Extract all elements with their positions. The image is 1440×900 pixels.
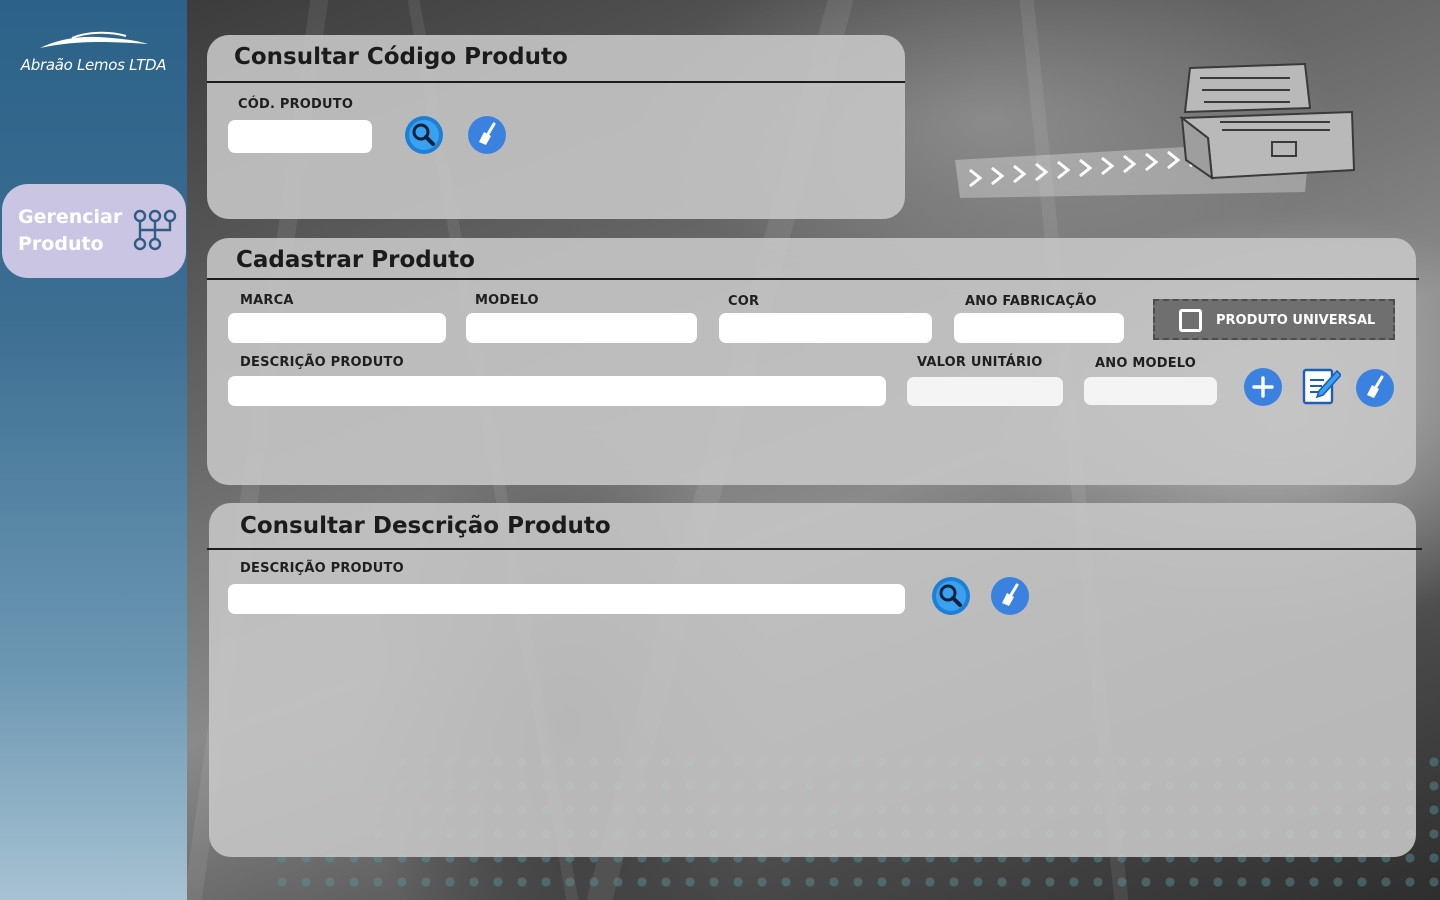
model-year-input[interactable] (1084, 377, 1217, 405)
panel-title: Consultar Código Produto (234, 44, 568, 70)
clear-form-button[interactable] (1355, 368, 1395, 408)
universal-product-checkbox[interactable] (1179, 309, 1202, 332)
divider (207, 278, 1419, 280)
nav-item-label: Gerenciar Produto (18, 206, 123, 255)
description-label: DESCRIÇÃO PRODUTO (240, 355, 404, 370)
year-made-input[interactable] (954, 313, 1124, 343)
year-made-label: ANO FABRICAÇÃO (965, 294, 1097, 309)
universal-product-label: PRODUTO UNIVERSAL (1216, 313, 1376, 328)
brand-input[interactable] (228, 313, 446, 343)
sidebar: Abraão Lemos LTDA Gerenciar Produto (0, 0, 187, 900)
search-icon (405, 116, 443, 154)
panel-title: Cadastrar Produto (236, 247, 475, 273)
code-label: CÓD. PRODUTO (238, 97, 354, 112)
broom-icon (468, 116, 506, 154)
brand-label: MARCA (240, 293, 294, 308)
description-input[interactable] (228, 376, 886, 406)
nav-item-manage-product[interactable]: Gerenciar Produto (2, 184, 186, 278)
panel-title: Consultar Descrição Produto (240, 513, 611, 539)
company-name: Abraão Lemos LTDA (20, 56, 167, 74)
search-code-button[interactable] (404, 115, 444, 155)
company-logo: Abraão Lemos LTDA (0, 30, 187, 90)
divider (207, 81, 905, 83)
description-search-input[interactable] (228, 584, 905, 614)
car-silhouette-icon (39, 31, 148, 48)
clear-description-button[interactable] (990, 576, 1030, 616)
edit-icon (1302, 368, 1341, 405)
toolbox-illustration (955, 62, 1356, 198)
consult-code-panel: Consultar Código Produto CÓD. PRODUTO (207, 35, 905, 219)
divider (207, 548, 1422, 550)
plus-icon (1244, 368, 1282, 406)
add-product-button[interactable] (1243, 367, 1283, 407)
code-input[interactable] (228, 120, 372, 153)
register-product-panel: Cadastrar Produto MARCA MODELO COR ANO F… (207, 238, 1419, 485)
search-icon (932, 577, 970, 615)
color-input[interactable] (719, 313, 932, 343)
broom-icon (991, 577, 1029, 615)
universal-product-toggle[interactable]: PRODUTO UNIVERSAL (1153, 299, 1395, 340)
unit-price-label: VALOR UNITÁRIO (917, 355, 1043, 370)
search-description-button[interactable] (931, 576, 971, 616)
clear-code-button[interactable] (467, 115, 507, 155)
model-year-label: ANO MODELO (1095, 356, 1197, 371)
broom-icon (1356, 369, 1394, 407)
branch-network-icon (133, 209, 177, 251)
edit-product-button[interactable] (1301, 365, 1341, 407)
consult-description-panel: Consultar Descrição Produto DESCRIÇÃO PR… (207, 503, 1422, 857)
description-label: DESCRIÇÃO PRODUTO (240, 561, 404, 576)
color-label: COR (728, 294, 760, 309)
model-label: MODELO (475, 293, 539, 308)
model-input[interactable] (466, 313, 697, 343)
unit-price-input[interactable] (907, 377, 1063, 406)
